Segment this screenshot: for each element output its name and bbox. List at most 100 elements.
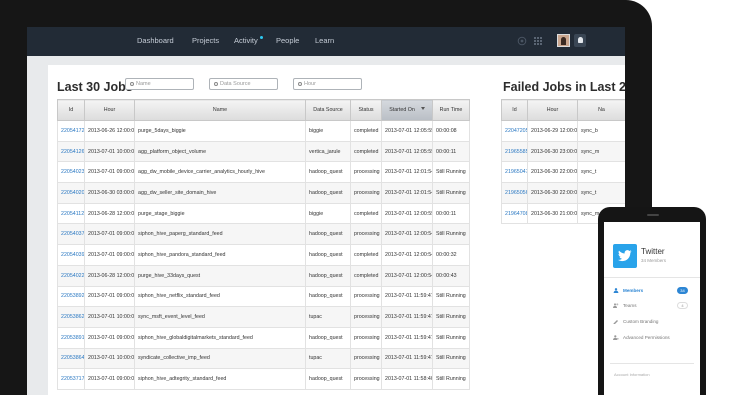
table-row[interactable]: 22053862 2013-07-01 10:00:00 sync_msft_eve… xyxy=(57,306,470,328)
job-id-link[interactable]: 22054039 xyxy=(57,244,85,266)
job-data-source: vertica_jarule xyxy=(305,140,351,163)
job-run-time: 00:00:32 xyxy=(432,244,470,266)
job-status: completed xyxy=(350,202,382,225)
sort-desc-icon xyxy=(420,107,425,110)
failed-job-hour: 2013-06-29 12:00:00 xyxy=(527,120,578,142)
col-header-status[interactable]: Status xyxy=(350,99,382,121)
notifications-bell-icon[interactable] xyxy=(574,34,586,47)
job-name: purge_5days_biggie xyxy=(134,120,306,142)
job-hour: 2013-07-01 10:00:00 xyxy=(84,347,135,370)
job-id-link[interactable]: 22054126 xyxy=(57,140,85,163)
user-avatar[interactable] xyxy=(557,34,570,47)
job-run-time: Still Running xyxy=(432,161,470,184)
nav-dashboard[interactable]: Dashboard xyxy=(137,36,174,45)
job-id-link[interactable]: 22054023 xyxy=(57,161,85,184)
failed-job-id-link[interactable]: 21964708 xyxy=(501,202,528,225)
menu-item-members-label: Members xyxy=(623,288,644,293)
menu-item-custom-branding[interactable]: Custom Branding xyxy=(604,315,700,329)
twitter-logo-icon xyxy=(613,244,637,268)
job-id-link[interactable]: 22054020 xyxy=(57,182,85,204)
job-id-link[interactable]: 22053862 xyxy=(57,306,85,328)
job-started-on: 2013-07-01 12:01:54 xyxy=(381,182,433,204)
col-header-name[interactable]: Name xyxy=(134,99,306,121)
col-header-run-time[interactable]: Run Time xyxy=(432,99,470,121)
failed-job-hour: 2013-06-30 23:00:00 xyxy=(527,140,578,163)
permissions-icon xyxy=(613,335,619,340)
nav-people[interactable]: People xyxy=(276,36,299,45)
bird-icon xyxy=(618,250,632,262)
table-row[interactable]: 22053717 2013-07-01 09:00:00 siphon_hive_a… xyxy=(57,368,470,390)
teams-icon xyxy=(613,303,619,308)
failed-col-header-id[interactable]: Id xyxy=(501,99,528,121)
table-row[interactable]: 22054126 2013-07-01 10:00:00 agg_platform_… xyxy=(57,140,470,163)
menu-item-teams[interactable]: Teams 4 xyxy=(604,299,700,313)
account-information-link[interactable]: Account Information xyxy=(614,372,650,377)
job-status: processing xyxy=(350,223,382,246)
table-row[interactable]: 22054023 2013-07-01 09:00:00 agg_dw_mobile… xyxy=(57,161,470,184)
job-started-on: 2013-07-01 12:05:55 xyxy=(381,120,433,142)
menu-item-members[interactable]: Members 34 xyxy=(604,284,700,298)
table-row[interactable]: 21965056 2013-06-30 22:00:00 sync_t xyxy=(501,182,625,204)
job-id-link[interactable]: 22053864 xyxy=(57,347,85,370)
phone-speaker xyxy=(647,214,659,216)
job-status: processing xyxy=(350,326,382,349)
hour-filter-input[interactable]: Hour xyxy=(293,78,362,90)
phone-screen: Twitter 34 Members Members 34 Teams 4 Cu… xyxy=(604,222,700,395)
failed-col-header-name[interactable]: Na xyxy=(577,99,625,121)
col-header-hour[interactable]: Hour xyxy=(84,99,135,121)
table-row[interactable]: 22054112 2013-06-28 12:00:00 purge_stage_b… xyxy=(57,202,470,225)
table-row[interactable]: 22054022 2013-06-28 12:00:00 purge_hive_33… xyxy=(57,264,470,287)
job-name: siphon_hive_globaldigitalmarkets_standar… xyxy=(134,326,306,349)
failed-job-name: sync_b xyxy=(577,120,625,142)
col-header-id[interactable]: Id xyxy=(57,99,85,121)
name-filter-input[interactable]: Name xyxy=(125,78,194,90)
failed-job-name: sync_t xyxy=(577,161,625,184)
col-header-data-source[interactable]: Data Source xyxy=(305,99,351,121)
table-row[interactable]: 22054020 2013-06-30 03:00:00 agg_dw_seller… xyxy=(57,182,470,204)
laptop-screen: Dashboard Projects Activity People Learn xyxy=(27,27,625,395)
job-id-link[interactable]: 22053891 xyxy=(57,326,85,349)
job-name: agg_dw_mobile_device_carrier_analytics_h… xyxy=(134,161,306,184)
job-data-source: hadoop_quest xyxy=(305,182,351,204)
nav-learn[interactable]: Learn xyxy=(315,36,334,45)
job-id-link[interactable]: 22053892 xyxy=(57,285,85,308)
nav-projects[interactable]: Projects xyxy=(192,36,219,45)
job-id-link[interactable]: 22054037 xyxy=(57,223,85,246)
table-row[interactable]: 22054039 2013-07-01 09:00:00 siphon_hive_p… xyxy=(57,244,470,266)
job-id-link[interactable]: 22053717 xyxy=(57,368,85,390)
table-row[interactable]: 22053891 2013-07-01 09:00:00 siphon_hive_g… xyxy=(57,326,470,349)
failed-job-id-link[interactable]: 21965585 xyxy=(501,140,528,163)
job-hour: 2013-07-01 09:00:00 xyxy=(84,285,135,308)
datasource-filter-input[interactable]: Data Source xyxy=(209,78,278,90)
col-header-started-on[interactable]: Started On xyxy=(381,99,433,121)
apps-grid-icon[interactable] xyxy=(533,36,543,46)
search-icon xyxy=(298,82,302,86)
failed-jobs-title: Failed Jobs in Last 24 xyxy=(503,80,625,94)
job-id-link[interactable]: 22054022 xyxy=(57,264,85,287)
job-status: processing xyxy=(350,306,382,328)
table-row[interactable]: 22053864 2013-07-01 10:00:00 syndicate_col… xyxy=(57,347,470,370)
table-row[interactable]: 22053892 2013-07-01 09:00:00 siphon_hive_n… xyxy=(57,285,470,308)
job-id-link[interactable]: 22054172 xyxy=(57,120,85,142)
failed-job-id-link[interactable]: 21965056 xyxy=(501,182,528,204)
members-count-badge: 34 xyxy=(677,287,688,294)
job-id-link[interactable]: 22054112 xyxy=(57,202,85,225)
failed-col-header-hour[interactable]: Hour xyxy=(527,99,578,121)
table-row[interactable]: 22054172 2013-06-26 12:00:00 purge_5days_b… xyxy=(57,120,470,142)
job-started-on: 2013-07-01 11:59:47 xyxy=(381,347,433,370)
job-data-source: biggie xyxy=(305,202,351,225)
table-row[interactable]: 22054037 2013-07-01 09:00:00 siphon_hive_p… xyxy=(57,223,470,246)
menu-item-advanced-permissions[interactable]: Advanced Permissions xyxy=(604,331,700,345)
nav-activity[interactable]: Activity xyxy=(234,36,258,45)
table-row[interactable]: 22047205 2013-06-29 12:00:00 sync_b xyxy=(501,120,625,142)
jobs-table: Id Hour Name Data Source Status Started … xyxy=(57,99,470,390)
failed-job-id-link[interactable]: 22047205 xyxy=(501,120,528,142)
failed-job-id-link[interactable]: 21965047 xyxy=(501,161,528,184)
job-started-on: 2013-07-01 11:59:47 xyxy=(381,285,433,308)
help-icon[interactable] xyxy=(517,36,527,46)
table-row[interactable]: 21965047 2013-06-30 22:00:00 sync_t xyxy=(501,161,625,184)
job-name: agg_platform_object_volume xyxy=(134,140,306,163)
job-name: siphon_hive_netflix_standard_feed xyxy=(134,285,306,308)
table-row[interactable]: 21965585 2013-06-30 23:00:00 sync_m xyxy=(501,140,625,163)
job-started-on: 2013-07-01 11:59:47 xyxy=(381,306,433,328)
